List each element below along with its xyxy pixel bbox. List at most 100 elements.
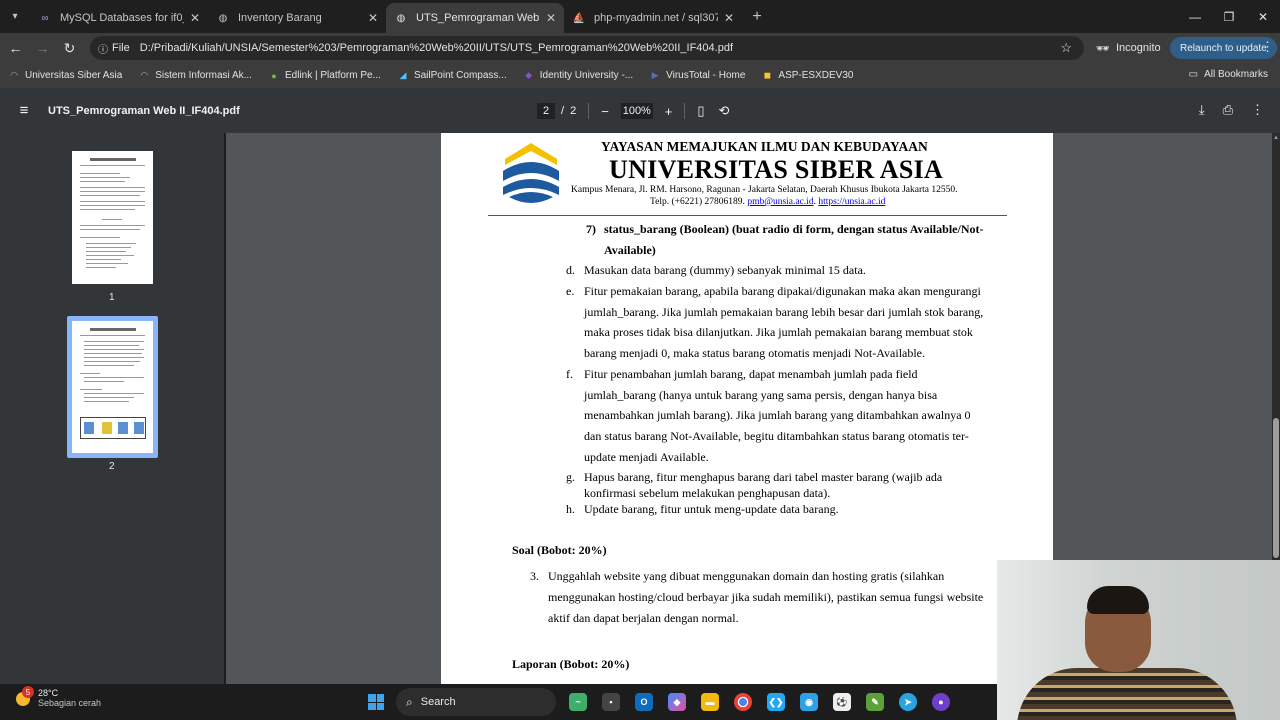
tab-phpmyadmin[interactable]: ⛵ php-myadmin.net / sql307.infin ✕ xyxy=(564,3,742,33)
telegram-icon[interactable]: ➤ xyxy=(894,688,922,716)
weather-icon: 5 xyxy=(14,686,34,708)
pdf-actions: ⤓ ⎙ ⋮ xyxy=(1181,102,1264,118)
download-icon[interactable]: ⤓ xyxy=(1199,102,1205,118)
bookmark-item[interactable]: ◠ Sistem Informasi Ak... xyxy=(138,70,252,82)
item-e-line: barang menjadi 0, maka status barang oto… xyxy=(584,346,926,360)
windows-logo-icon xyxy=(368,694,384,710)
person-body xyxy=(1017,668,1237,720)
bookmark-label: Sistem Informasi Ak... xyxy=(155,70,252,81)
zoom-out-icon[interactable]: − xyxy=(601,104,609,119)
list-marker: d. xyxy=(566,263,575,277)
notepad-icon[interactable]: ✎ xyxy=(861,688,889,716)
bookmark-item[interactable]: ◢ SailPoint Compass... xyxy=(397,70,506,82)
fit-page-icon[interactable]: ▯ xyxy=(697,103,704,119)
forward-icon[interactable]: → xyxy=(29,33,56,63)
page-thumbnail-1[interactable] xyxy=(72,151,153,284)
unsia-logo xyxy=(503,143,559,203)
copilot-icon[interactable]: ◆ xyxy=(663,688,691,716)
back-icon[interactable]: ← xyxy=(2,33,29,63)
weather-condition: Sebagian cerah xyxy=(38,698,102,708)
edlink-icon: ● xyxy=(271,70,277,81)
website-link[interactable]: https://unsia.ac.id xyxy=(818,197,885,207)
restore-icon[interactable]: ❐ xyxy=(1212,0,1246,33)
tab-title: MySQL Databases for if0_39028 xyxy=(60,12,184,24)
tab-search-icon[interactable]: ▾ xyxy=(0,0,30,33)
weather-widget[interactable]: 5 28°C Sebagian cerah xyxy=(14,686,102,708)
vscode-icon[interactable]: ❮❯ xyxy=(762,688,790,716)
zoom-in-icon[interactable]: + xyxy=(665,104,673,119)
item-7-line: Available) xyxy=(604,243,656,257)
bookmark-item[interactable]: ◠ Universitas Siber Asia xyxy=(8,70,122,82)
close-icon[interactable]: ✕ xyxy=(724,11,734,25)
item-e-line: maka proses tidak bisa dilanjutkan. Jika… xyxy=(584,325,973,339)
soccer-app-icon[interactable]: ⚽ xyxy=(828,688,856,716)
incognito-icon: 🕶 xyxy=(1096,42,1110,55)
rotate-icon[interactable]: ⟲ xyxy=(719,103,730,119)
notification-badge: 5 xyxy=(22,686,34,698)
browser-menu-icon[interactable]: ⋮ xyxy=(1261,39,1274,55)
campus-address: Kampus Menara, Jl. RM. Harsono, Ragunan … xyxy=(571,185,958,195)
bookmark-item[interactable]: ● Edlink | Platform Pe... xyxy=(268,70,381,82)
db-icon: ∞ xyxy=(41,12,49,24)
university-name: UNIVERSITAS SIBER ASIA xyxy=(609,155,944,184)
close-icon[interactable]: ✕ xyxy=(546,11,556,25)
zoom-input[interactable]: 100% xyxy=(620,103,653,119)
header-divider xyxy=(488,215,1007,216)
minimize-icon[interactable]: — xyxy=(1178,0,1212,33)
sailpoint-icon: ◢ xyxy=(399,70,407,80)
identity-icon: ◆ xyxy=(525,70,533,80)
hamburger-menu-icon[interactable]: ≡ xyxy=(0,102,48,119)
print-icon[interactable]: ⎙ xyxy=(1223,102,1233,118)
reload-icon[interactable]: ↻ xyxy=(56,33,83,63)
close-window-icon[interactable]: ✕ xyxy=(1246,0,1280,33)
telp-text: Telp. (+6221) 27806189. xyxy=(650,197,745,207)
task-view-icon[interactable]: ▪ xyxy=(597,688,625,716)
bookmark-item[interactable]: ◼ ASP-ESXDEV30 xyxy=(761,70,854,82)
incognito-label: Incognito xyxy=(1115,42,1161,54)
item-number: 7) xyxy=(586,222,596,236)
close-icon[interactable]: ✕ xyxy=(368,11,378,25)
incognito-indicator[interactable]: 🕶 Incognito xyxy=(1096,38,1161,58)
toolbar: ← → ↻ ⓘ File D:/Pribadi/Kuliah/UNSIA/Sem… xyxy=(0,33,1280,63)
item-e-line: jumlah_barang. Jika jumlah pemakaian bar… xyxy=(584,305,984,319)
all-bookmarks-button[interactable]: ▭ All Bookmarks xyxy=(1189,69,1268,80)
widgets-icon[interactable]: ~ xyxy=(564,688,592,716)
taskbar: 5 28°C Sebagian cerah ⌕ Search ~ ▪ O ◆ ▬… xyxy=(0,684,1000,720)
tab-title: Inventory Barang xyxy=(238,12,322,24)
item-f-line: Fitur penambahan jumlah barang, dapat me… xyxy=(584,367,918,381)
divider xyxy=(684,103,686,119)
item-e-line: Fitur pemakaian barang, apabila barang d… xyxy=(584,284,981,298)
tab-uts-pdf[interactable]: ◍ UTS_Pemrograman Web II_IF40 ✕ xyxy=(386,3,564,33)
scroll-down-icon[interactable]: ▼ xyxy=(1272,553,1280,559)
bookmark-item[interactable]: ▶ VirusTotal - Home xyxy=(649,70,746,82)
pdf-toolbar: ≡ UTS_Pemrograman Web II_IF404.pdf 2 / 2… xyxy=(0,88,1280,133)
folder-icon: ▭ xyxy=(1188,69,1199,80)
site-info-chip[interactable]: ⓘ File xyxy=(98,41,130,56)
app-icon[interactable]: ◉ xyxy=(795,688,823,716)
bookmark-star-icon[interactable]: ☆ xyxy=(1060,40,1072,56)
outlook-icon[interactable]: O xyxy=(630,688,658,716)
tab-strip: ▾ ∞ MySQL Databases for if0_39028 ✕ ◍ In… xyxy=(0,0,1280,33)
scrollbar-thumb[interactable] xyxy=(1273,418,1279,558)
window-controls: — ❐ ✕ xyxy=(1178,0,1280,33)
item-d-text: Masukan data barang (dummy) sebanyak min… xyxy=(584,263,866,277)
github-desktop-icon[interactable]: ● xyxy=(927,688,955,716)
scroll-up-icon[interactable]: ▲ xyxy=(1272,135,1280,141)
page-number-input[interactable]: 2 xyxy=(537,103,555,119)
new-tab-button[interactable]: + xyxy=(742,8,772,26)
bookmark-label: Identity University -... xyxy=(539,70,634,81)
taskbar-apps: ⌕ Search ~ ▪ O ◆ ▬ ❮❯ ◉ ⚽ ✎ ➤ ● xyxy=(362,688,960,716)
more-options-icon[interactable]: ⋮ xyxy=(1251,102,1264,118)
tab-mysql[interactable]: ∞ MySQL Databases for if0_39028 ✕ xyxy=(30,3,208,33)
bookmark-item[interactable]: ◆ Identity University -... xyxy=(523,70,633,82)
close-icon[interactable]: ✕ xyxy=(190,11,200,25)
email-link[interactable]: pmb@unsia.ac.id xyxy=(747,197,813,207)
chrome-icon[interactable] xyxy=(729,688,757,716)
start-button[interactable] xyxy=(362,688,390,716)
tab-inventory[interactable]: ◍ Inventory Barang ✕ xyxy=(208,3,386,33)
taskbar-search[interactable]: ⌕ Search xyxy=(396,688,556,716)
globe-icon: ◠ xyxy=(140,70,149,80)
file-explorer-icon[interactable]: ▬ xyxy=(696,688,724,716)
address-bar[interactable]: ⓘ File D:/Pribadi/Kuliah/UNSIA/Semester%… xyxy=(90,36,1084,60)
page-thumbnail-2[interactable] xyxy=(72,321,153,453)
